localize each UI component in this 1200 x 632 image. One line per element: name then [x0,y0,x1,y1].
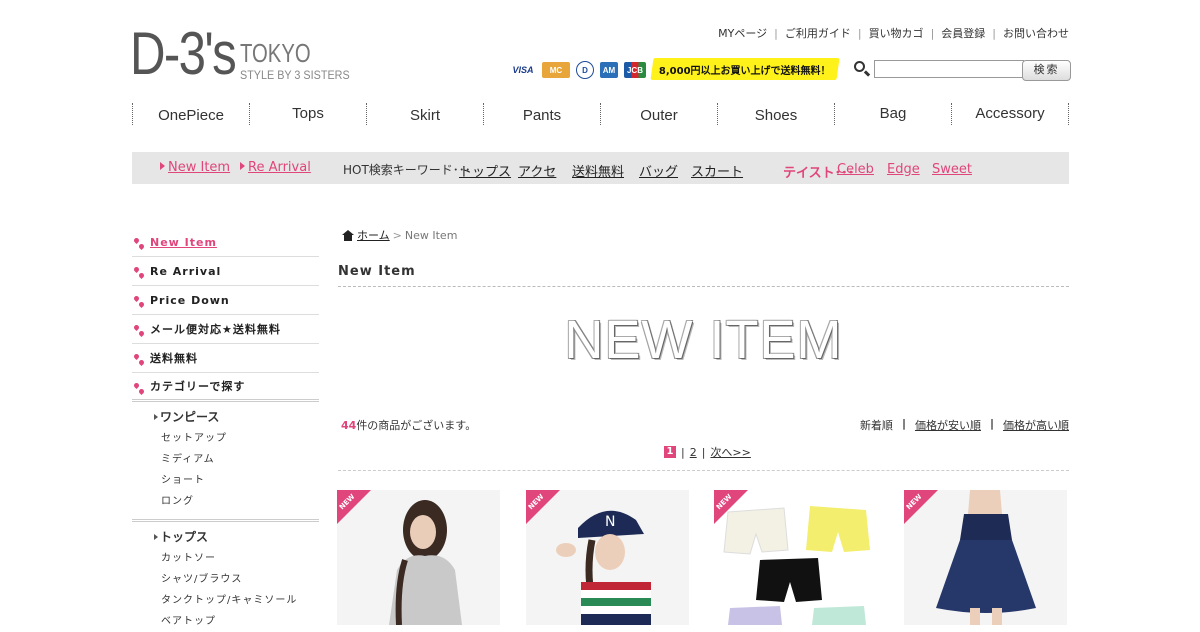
nav-outer[interactable]: Outer [600,103,717,125]
keyword-bag[interactable]: バッグ [639,161,678,180]
category-bare-top[interactable]: ベアトップ [154,611,319,632]
heart-icon [132,352,146,367]
sidebar-item-price-down[interactable]: Price Down [132,286,319,315]
breadcrumb-home[interactable]: ホーム [357,227,390,243]
cart-link[interactable]: 買い物カゴ [869,25,924,41]
keyword-skirt[interactable]: スカート [691,161,743,180]
payment-cards: VISA MC D AM JCB [510,61,646,79]
visa-icon: VISA [510,62,536,78]
product-card-striped-top[interactable]: NEW N [526,490,689,625]
search-button[interactable]: 検索 [1022,60,1071,81]
category-tank[interactable]: タンクトップ/キャミソール [154,590,319,611]
mypage-link[interactable]: MYページ [718,25,767,41]
item-count-number: 44 [341,419,357,432]
product-card-navy-skirt[interactable]: NEW [904,490,1067,625]
utility-links: MYページ | ご利用ガイド | 買い物カゴ | 会員登録 | お問い合わせ [718,25,1069,41]
divider [338,470,1069,471]
category-setup[interactable]: セットアップ [154,428,319,449]
keyword-free-shipping[interactable]: 送料無料 [572,161,624,180]
heart-icon [132,294,146,309]
category-medium[interactable]: ミディアム [154,449,319,470]
svg-text:N: N [605,514,615,530]
taste-edge[interactable]: Edge [887,162,920,177]
subnav-re-arrival[interactable]: Re Arrival [240,160,311,175]
page-2[interactable]: 2 [690,446,697,459]
heart-icon [132,381,146,396]
mastercard-icon: MC [542,62,570,78]
page-title: New Item [338,264,416,279]
sidebar: New Item Re Arrival Price Down メール便対応★送料… [132,228,319,632]
sort-price-low[interactable]: 価格が安い順 [915,417,981,433]
heart-icon [132,265,146,280]
pagination: 1 | 2 | 次へ>> [664,444,751,460]
search-input[interactable] [874,60,1024,78]
sidebar-item-mail-delivery[interactable]: メール便対応★送料無料 [132,315,319,344]
category-tops[interactable]: トップス [154,526,319,548]
keyword-tops[interactable]: トップス [459,161,511,180]
logo-tagline: STYLE BY 3 SISTERS [240,68,350,82]
product-card-gray-tee[interactable]: NEW [337,490,500,625]
amex-icon: AM [600,62,618,78]
breadcrumb-current: New Item [404,228,458,242]
category-short[interactable]: ショート [154,470,319,491]
breadcrumb: ホーム > New Item [342,227,457,243]
nav-skirt[interactable]: Skirt [366,103,483,125]
nav-bag[interactable]: Bag [834,103,951,125]
jcb-icon: JCB [624,62,646,78]
divider [338,286,1069,287]
triangle-icon [240,162,245,170]
logo-tokyo[interactable]: TOKYO [240,40,311,66]
sort-newest[interactable]: 新着順 [860,417,893,433]
heart-icon [132,236,146,251]
hot-keyword-label: HOT検索キーワード･･･ [343,163,471,177]
product-card-shorts[interactable]: NEW [714,490,877,625]
new-item-banner: NEW ITEM [564,310,843,370]
category-onepiece-group: ワンピース セットアップ ミディアム ショート ロング トップス カットソー シ… [132,406,319,632]
page-1[interactable]: 1 [664,446,676,458]
free-shipping-banner: 8,000円以上お買い上げで送料無料！ [650,58,840,80]
triangle-icon [160,162,165,170]
contact-link[interactable]: お問い合わせ [1003,25,1069,41]
nav-accessory[interactable]: Accessory [951,103,1069,125]
logo-main[interactable]: D-3's [130,24,237,84]
next-page-link[interactable]: 次へ>> [710,444,750,460]
diners-icon: D [576,61,594,79]
taste-sweet[interactable]: Sweet [932,162,972,177]
sidebar-item-new-item[interactable]: New Item [132,228,319,257]
sub-nav-bar: New Item Re Arrival HOT検索キーワード･･･ トップス ア… [132,152,1069,184]
free-shipping-text: 8,000円以上お買い上げで送料無料！ [659,65,831,77]
sidebar-item-free-shipping[interactable]: 送料無料 [132,344,319,373]
nav-onepiece[interactable]: OnePiece [132,103,249,125]
nav-tops[interactable]: Tops [249,103,366,125]
category-long[interactable]: ロング [154,491,319,512]
category-onepiece[interactable]: ワンピース [154,406,319,428]
sidebar-item-re-arrival[interactable]: Re Arrival [132,257,319,286]
subnav-new-item[interactable]: New Item [160,160,230,175]
item-count: 44件の商品がございます。 [341,419,477,432]
sort-price-high[interactable]: 価格が高い順 [1003,417,1069,433]
keyword-accessory[interactable]: アクセ [518,161,556,180]
home-icon [342,229,354,241]
main-nav: OnePiece Tops Skirt Pants Outer Shoes Ba… [132,103,1069,125]
sidebar-item-category[interactable]: カテゴリーで探す [132,373,319,402]
guide-link[interactable]: ご利用ガイド [785,25,851,41]
sort-options: 新着順 | 価格が安い順 | 価格が高い順 [859,417,1069,433]
category-cutsew[interactable]: カットソー [154,548,319,569]
taste-celeb[interactable]: Celeb [837,162,874,177]
heart-icon [132,323,146,338]
category-shirt[interactable]: シャツ/ブラウス [154,569,319,590]
nav-shoes[interactable]: Shoes [717,103,834,125]
nav-pants[interactable]: Pants [483,103,600,125]
search-icon [854,61,865,72]
register-link[interactable]: 会員登録 [941,25,985,41]
